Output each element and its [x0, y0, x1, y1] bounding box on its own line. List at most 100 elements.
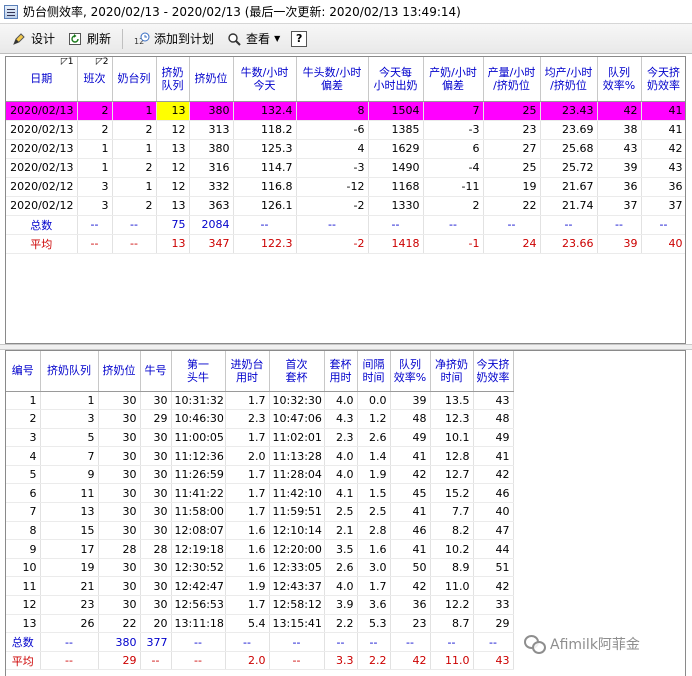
queue-detail-table: 编号 挤奶队列 挤奶位 牛号 第一 头牛 进奶台 用时 首次 套杯 套杯 用时 间隔 时间 队列 效率% 净挤奶…: [6, 351, 514, 671]
table-cell: -11: [423, 177, 484, 197]
table-cell: 1.6: [225, 521, 270, 541]
table-cell: 37: [597, 196, 642, 216]
column-header[interactable]: 均产/小时/挤奶位: [540, 57, 598, 102]
table-cell: 30: [140, 558, 172, 578]
table-cell: 1.2: [357, 409, 391, 429]
table-cell: 8.2: [430, 521, 474, 541]
table-cell: 40: [641, 234, 685, 254]
table-row[interactable]: 2020/02/13 1 2 12 316 114.7 -3 1490 -4 25 25.72 39 4…: [6, 158, 685, 178]
table-row[interactable]: 3 5 30 30 11:00:05 1.7 11:02:01 2.3 2.6 49 10.1 49: [6, 428, 514, 448]
table-cell: 12: [156, 120, 190, 140]
column-header[interactable]: 班次 ◸2: [77, 57, 113, 102]
table-cell: 12: [156, 177, 190, 197]
table-cell: 22: [483, 196, 541, 216]
table-cell: 9: [6, 539, 41, 559]
table-cell: 12:10:14: [269, 521, 325, 541]
column-header[interactable]: 今天每 小时出奶: [368, 57, 424, 102]
table-row[interactable]: 6 11 30 30 11:41:22 1.7 11:42:10 4.1 1.5 45 15.2 46: [6, 483, 514, 504]
table-cell: 1.7: [357, 576, 391, 597]
table-row[interactable]: 2020/02/13 2 2 12 313 118.2 -6 1385 -3 23 23.69 38 4…: [6, 120, 685, 140]
table-row[interactable]: 7 13 30 30 11:58:00 1.7 11:59:51 2.5 2.5 41 7.7 40: [6, 502, 514, 522]
table-cell: 6: [6, 483, 41, 504]
table-row[interactable]: 2 3 30 29 10:46:30 2.3 10:47:06 4.3 1.2 48 12.3 48: [6, 409, 514, 429]
table-row[interactable]: 2020/02/13 1 1 13 380 125.3 4 1629 6 27 25.68 43 42: [6, 139, 685, 159]
column-header[interactable]: 挤奶位: [189, 57, 234, 102]
column-header[interactable]: 产奶/小时 偏差: [423, 57, 484, 102]
column-header[interactable]: 套杯 用时: [324, 351, 358, 392]
column-header[interactable]: 今天挤 奶效率: [641, 57, 685, 102]
column-header[interactable]: 牛号: [140, 351, 172, 392]
total-row[interactable]: 总数 -- 380 377 -- -- -- -- -- -- -- --: [6, 632, 514, 652]
table-cell: --: [171, 632, 226, 652]
table-cell: 11.0: [430, 576, 474, 597]
column-header[interactable]: 牛头数/小时 偏差: [296, 57, 369, 102]
average-row[interactable]: 平均 -- 29 -- -- 2.0 -- 3.3 2.2 42 11.0 43: [6, 651, 514, 671]
column-header[interactable]: 挤奶队列: [156, 57, 190, 102]
column-header[interactable]: 牛数/小时 今天: [233, 57, 297, 102]
table-row[interactable]: 11 21 30 30 12:42:47 1.9 12:43:37 4.0 1.7 42 11.0 4…: [6, 576, 514, 597]
average-row[interactable]: 平均 -- -- 13 347 122.3 -2 1418 -1 24 23.66 39 40: [6, 234, 685, 254]
add-to-plan-button[interactable]: 12 添加到计划: [129, 28, 219, 50]
table-cell: 39: [597, 158, 642, 178]
column-header[interactable]: 第一 头牛: [171, 351, 226, 392]
view-label: 查看: [246, 32, 271, 46]
table-cell: 2.8: [357, 521, 391, 541]
table-row[interactable]: 4 7 30 30 11:12:36 2.0 11:13:28 4.0 1.4 41 12.8 41: [6, 446, 514, 466]
table-row[interactable]: 13 26 22 20 13:11:18 5.4 13:15:41 2.2 5.3 23 8.7 29: [6, 614, 514, 634]
total-row[interactable]: 总数 -- -- 75 2084 -- -- -- -- -- -- -- --: [6, 215, 685, 235]
column-header-label: 今天: [253, 78, 276, 92]
column-header[interactable]: 奶台列: [112, 57, 157, 102]
refresh-button[interactable]: 刷新: [62, 28, 116, 50]
column-header[interactable]: 队列 效率%: [597, 57, 642, 102]
table-cell: 125.3: [233, 139, 297, 159]
table-cell: --: [390, 632, 431, 652]
table-cell: 25.72: [540, 158, 598, 178]
column-header[interactable]: 首次 套杯: [269, 351, 325, 392]
table-cell: --: [423, 215, 484, 235]
column-header-label: 牛数/小时: [240, 65, 289, 79]
table-row[interactable]: 2020/02/12 3 1 12 332 116.8 -12 1168 -11 19 21.67 3…: [6, 177, 685, 197]
table-row[interactable]: 10 19 30 30 12:30:52 1.6 12:33:05 2.6 3.0 50 8.9 51: [6, 558, 514, 578]
column-header[interactable]: 今天挤 奶效率: [473, 351, 514, 392]
design-button[interactable]: 设计: [6, 28, 60, 50]
column-header-label: 奶效率: [647, 78, 680, 92]
table-cell: 118.2: [233, 120, 297, 140]
sort-arrow-icon: ◸: [95, 57, 103, 67]
table-cell: 41: [473, 446, 514, 466]
table-cell: 2020/02/13: [6, 139, 78, 159]
column-header[interactable]: 挤奶队列: [40, 351, 99, 392]
table-cell: 44: [473, 539, 514, 559]
sort-indicator: ◸2: [96, 58, 109, 67]
table-row[interactable]: 5 9 30 30 11:26:59 1.7 11:28:04 4.0 1.9 42 12.7 42: [6, 465, 514, 485]
column-header[interactable]: 队列 效率%: [390, 351, 431, 392]
table-cell: 13: [40, 502, 99, 522]
app-icon: [4, 4, 18, 19]
table-row[interactable]: 1 1 30 30 10:31:32 1.7 10:32:30 4.0 0.0 39 13.5 43: [6, 391, 514, 411]
column-header[interactable]: 日期 ◸1: [6, 57, 78, 102]
help-button[interactable]: ?: [291, 30, 308, 47]
column-header[interactable]: 产量/小时/挤奶位: [483, 57, 541, 102]
table-cell: 2020/02/13: [6, 101, 78, 121]
table-row[interactable]: 2020/02/13 2 1 13 380 132.4 8 1504 7 25 23.43 42 41: [6, 101, 685, 121]
table-cell: 1.7: [225, 502, 270, 522]
view-dropdown[interactable]: 查看 ▼: [221, 28, 285, 50]
column-header-label: 挤奶队列: [47, 364, 91, 378]
table-cell: 132.4: [233, 101, 297, 121]
table-row[interactable]: 8 15 30 30 12:08:07 1.6 12:10:14 2.1 2.8 46 8.2 47: [6, 521, 514, 541]
column-header[interactable]: 编号: [6, 351, 41, 392]
table-row[interactable]: 12 23 30 30 12:56:53 1.7 12:58:12 3.9 3.6 36 12.2 3…: [6, 595, 514, 615]
column-header[interactable]: 净挤奶 时间: [430, 351, 474, 392]
table-row[interactable]: 2020/02/12 3 2 13 363 126.1 -2 1330 2 22 21.74 37 37: [6, 196, 685, 216]
column-header[interactable]: 进奶台 用时: [225, 351, 270, 392]
table-cell: 30: [98, 595, 141, 615]
table-cell: 36: [390, 595, 431, 615]
column-header[interactable]: 挤奶位: [98, 351, 141, 392]
table-row[interactable]: 9 17 28 28 12:19:18 1.6 12:20:00 3.5 1.6 41 10.2 44: [6, 539, 514, 559]
table-cell: 1629: [368, 139, 424, 159]
table-cell: 1418: [368, 234, 424, 254]
column-header-label: 编号: [11, 364, 34, 378]
table-cell: 48: [390, 409, 431, 429]
table-cell: 30: [140, 595, 172, 615]
table-cell: 7: [6, 502, 41, 522]
column-header[interactable]: 间隔 时间: [357, 351, 391, 392]
